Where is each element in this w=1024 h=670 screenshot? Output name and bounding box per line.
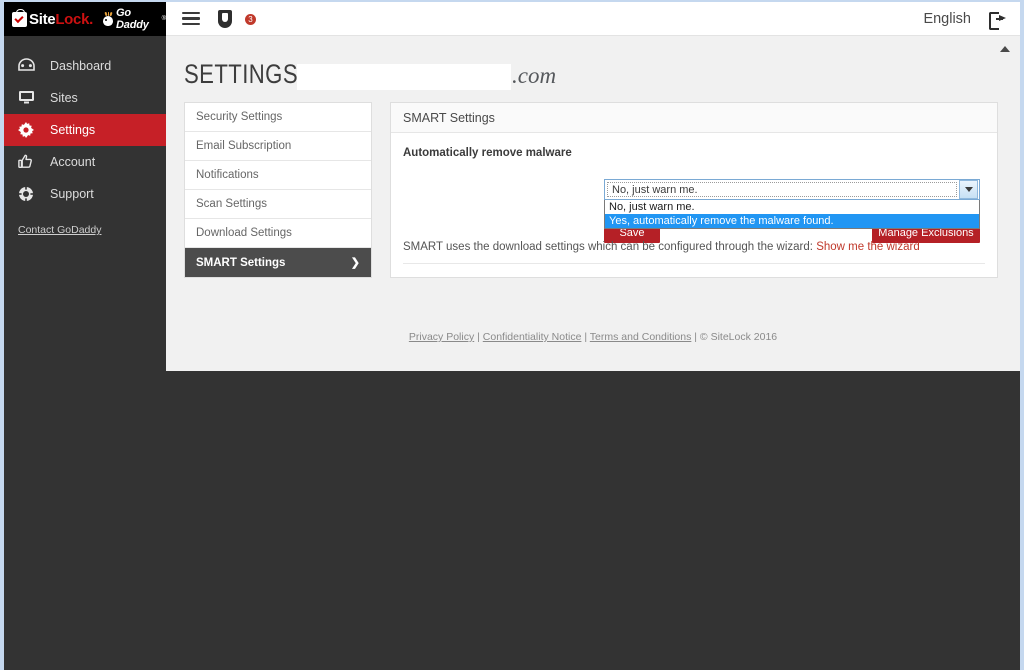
dropdown-control[interactable]: No, just warn me. (604, 179, 980, 200)
godaddy-mascot-icon (102, 11, 114, 26)
domain-redaction-box (297, 64, 512, 90)
smart-note: SMART uses the download settings which c… (403, 241, 920, 253)
auto-remove-malware-label: Automatically remove malware (403, 147, 572, 159)
dropdown-option[interactable]: No, just warn me. (605, 200, 979, 214)
top-bar: 3 English (166, 2, 1020, 36)
godaddy-logo: Go Daddy ® (102, 7, 166, 31)
monitor-icon (18, 90, 44, 106)
sidebar-item-label: Sites (50, 91, 78, 105)
sidebar-item-label: Settings (50, 123, 96, 137)
window-edge-right (1020, 0, 1024, 670)
panel-body: Automatically remove malware Save Manage… (391, 133, 997, 267)
settings-nav-item-notifications[interactable]: Notifications (185, 161, 371, 190)
dropdown-options-list[interactable]: No, just warn me. Yes, automatically rem… (604, 200, 980, 229)
life-ring-icon (18, 186, 44, 202)
panel-divider (403, 263, 985, 264)
settings-nav-item-label: Security Settings (196, 111, 283, 123)
sidebar-item-sites[interactable]: Sites (4, 82, 166, 114)
page-footer: Privacy Policy | Confidentiality Notice … (166, 331, 1020, 343)
footer-sep: | (474, 331, 483, 343)
settings-nav-item-scan-settings[interactable]: Scan Settings (185, 190, 371, 219)
top-bar-right: English (923, 11, 1006, 30)
settings-nav-item-label: Scan Settings (196, 198, 267, 210)
app-screen: Site Lock . Go Daddy ® Dashboard Sites S… (0, 0, 1024, 670)
settings-nav-item-email-subscription[interactable]: Email Subscription (185, 132, 371, 161)
language-selector[interactable]: English (923, 11, 971, 27)
content-area: Security Settings Email Subscription Not… (166, 90, 1020, 278)
page-container: 3 English SETTINGS .com Security Setting… (166, 2, 1020, 371)
sidebar-item-label: Dashboard (50, 59, 112, 73)
smart-note-text: SMART uses the download settings which c… (403, 241, 813, 253)
brand-dot: . (89, 10, 94, 28)
godaddy-text: Go Daddy (116, 7, 149, 31)
brand-lock-text: Lock (55, 10, 90, 28)
sidebar-item-support[interactable]: Support (4, 178, 166, 210)
page-title: SETTINGS .com (166, 36, 1020, 90)
settings-nav-item-label: SMART Settings (196, 256, 286, 269)
sidebar-item-settings[interactable]: Settings (4, 114, 166, 146)
dropdown-selected-value: No, just warn me. (607, 182, 957, 197)
sidebar: Site Lock . Go Daddy ® Dashboard Sites S… (4, 2, 166, 670)
brand-logo[interactable]: Site Lock . Go Daddy ® (4, 2, 166, 36)
hamburger-icon[interactable] (182, 11, 200, 26)
copyright-text: © SiteLock 2016 (699, 331, 778, 343)
dashboard-icon (18, 58, 44, 74)
settings-nav-item-security-settings[interactable]: Security Settings (185, 103, 371, 132)
scroll-up-button[interactable] (994, 38, 1016, 60)
chevron-down-icon[interactable] (959, 180, 978, 199)
gear-icon (18, 122, 44, 138)
footer-sep: | (691, 331, 700, 343)
chevron-right-icon: ❯ (350, 257, 360, 269)
logout-icon[interactable] (989, 11, 1006, 30)
contact-godaddy-link[interactable]: Contact GoDaddy (4, 224, 101, 236)
confidentiality-notice-link[interactable]: Confidentiality Notice (483, 331, 582, 343)
settings-nav-item-label: Email Subscription (196, 140, 292, 152)
shield-icon[interactable] (218, 9, 232, 28)
settings-nav-list: Security Settings Email Subscription Not… (184, 102, 372, 278)
privacy-policy-link[interactable]: Privacy Policy (409, 331, 474, 343)
domain-tld-text: .com (512, 63, 557, 88)
sidebar-item-label: Support (50, 187, 94, 201)
top-bar-icons: 3 (182, 9, 257, 28)
dropdown-option[interactable]: Yes, automatically remove the malware fo… (605, 214, 979, 228)
settings-nav-item-download-settings[interactable]: Download Settings (185, 219, 371, 248)
mail-badge: 3 (244, 12, 257, 26)
page-title-text: SETTINGS (184, 59, 298, 89)
lock-check-icon (12, 8, 27, 27)
sidebar-item-account[interactable]: Account (4, 146, 166, 178)
settings-nav-item-smart-settings[interactable]: SMART Settings ❯ (185, 248, 371, 277)
terms-conditions-link[interactable]: Terms and Conditions (590, 331, 692, 343)
panel-title: SMART Settings (391, 103, 997, 133)
footer-sep: | (581, 331, 590, 343)
sidebar-item-dashboard[interactable]: Dashboard (4, 50, 166, 82)
settings-nav-item-label: Notifications (196, 169, 259, 181)
settings-nav-item-label: Download Settings (196, 227, 292, 239)
smart-settings-panel: SMART Settings Automatically remove malw… (390, 102, 998, 278)
thumbs-up-icon (18, 154, 44, 170)
brand-site-text: Site (29, 10, 56, 28)
sidebar-item-label: Account (50, 155, 96, 169)
auto-remove-malware-dropdown[interactable]: No, just warn me. No, just warn me. Yes,… (604, 179, 980, 229)
show-wizard-link[interactable]: Show me the wizard (816, 241, 920, 253)
